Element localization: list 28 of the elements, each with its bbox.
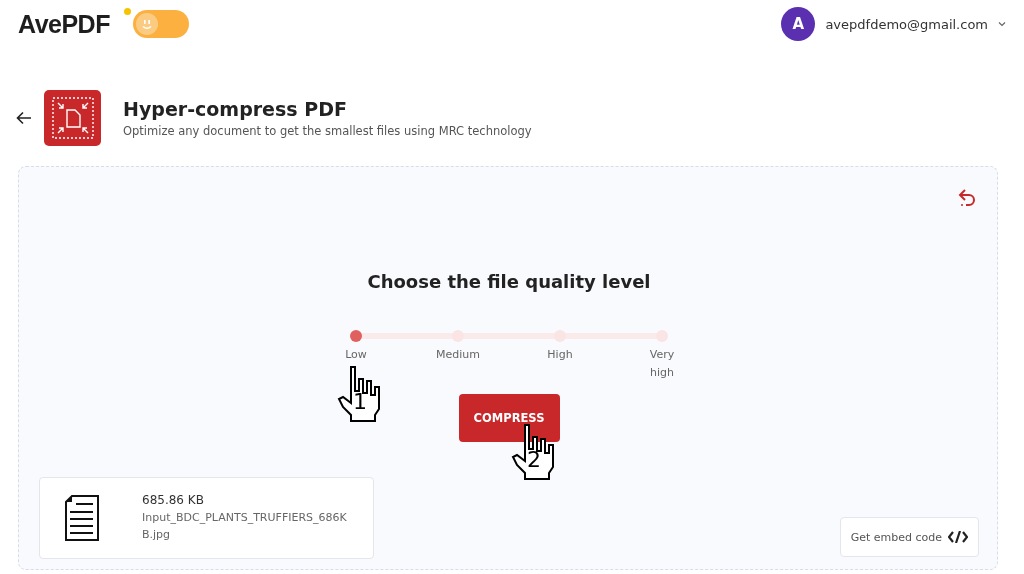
quality-label[interactable]: Low [345, 346, 367, 364]
file-name: Input_BDC_PLANTS_TRUFFIERS_686KB.jpg [142, 510, 348, 543]
compress-button[interactable]: COMPRESS [458, 394, 560, 442]
status-dot [123, 8, 131, 15]
account-email[interactable]: avepdfdemo@gmail.com [825, 16, 988, 32]
avatar[interactable]: A [781, 7, 816, 41]
smiley-icon [135, 13, 158, 35]
slider-stop[interactable] [452, 330, 464, 342]
tool-subtitle: Optimize any document to get the smallest files using MRC technology [123, 124, 532, 138]
tool-title: Hyper-compress PDF [123, 98, 348, 120]
quality-label[interactable]: Medium [436, 346, 480, 364]
compress-tool-icon [44, 90, 101, 146]
code-icon [948, 531, 968, 543]
document-icon [64, 495, 100, 541]
file-size: 685.86 KB [142, 493, 205, 507]
slider-stop[interactable] [656, 330, 668, 342]
quality-label[interactable]: Very high [637, 346, 687, 382]
slider-stop[interactable] [554, 330, 566, 342]
embed-code-button[interactable]: Get embed code [839, 517, 979, 557]
back-arrow-icon[interactable] [16, 111, 32, 125]
logo[interactable]: AvePDF [18, 9, 110, 39]
quality-heading: Choose the file quality level [367, 271, 651, 292]
slider-stop[interactable] [350, 330, 362, 342]
quality-label[interactable]: High [547, 346, 573, 364]
caret-icon[interactable] [998, 21, 1006, 27]
theme-toggle[interactable] [132, 10, 189, 38]
step-number: 1 [353, 389, 367, 414]
step-number: 2 [527, 447, 541, 472]
